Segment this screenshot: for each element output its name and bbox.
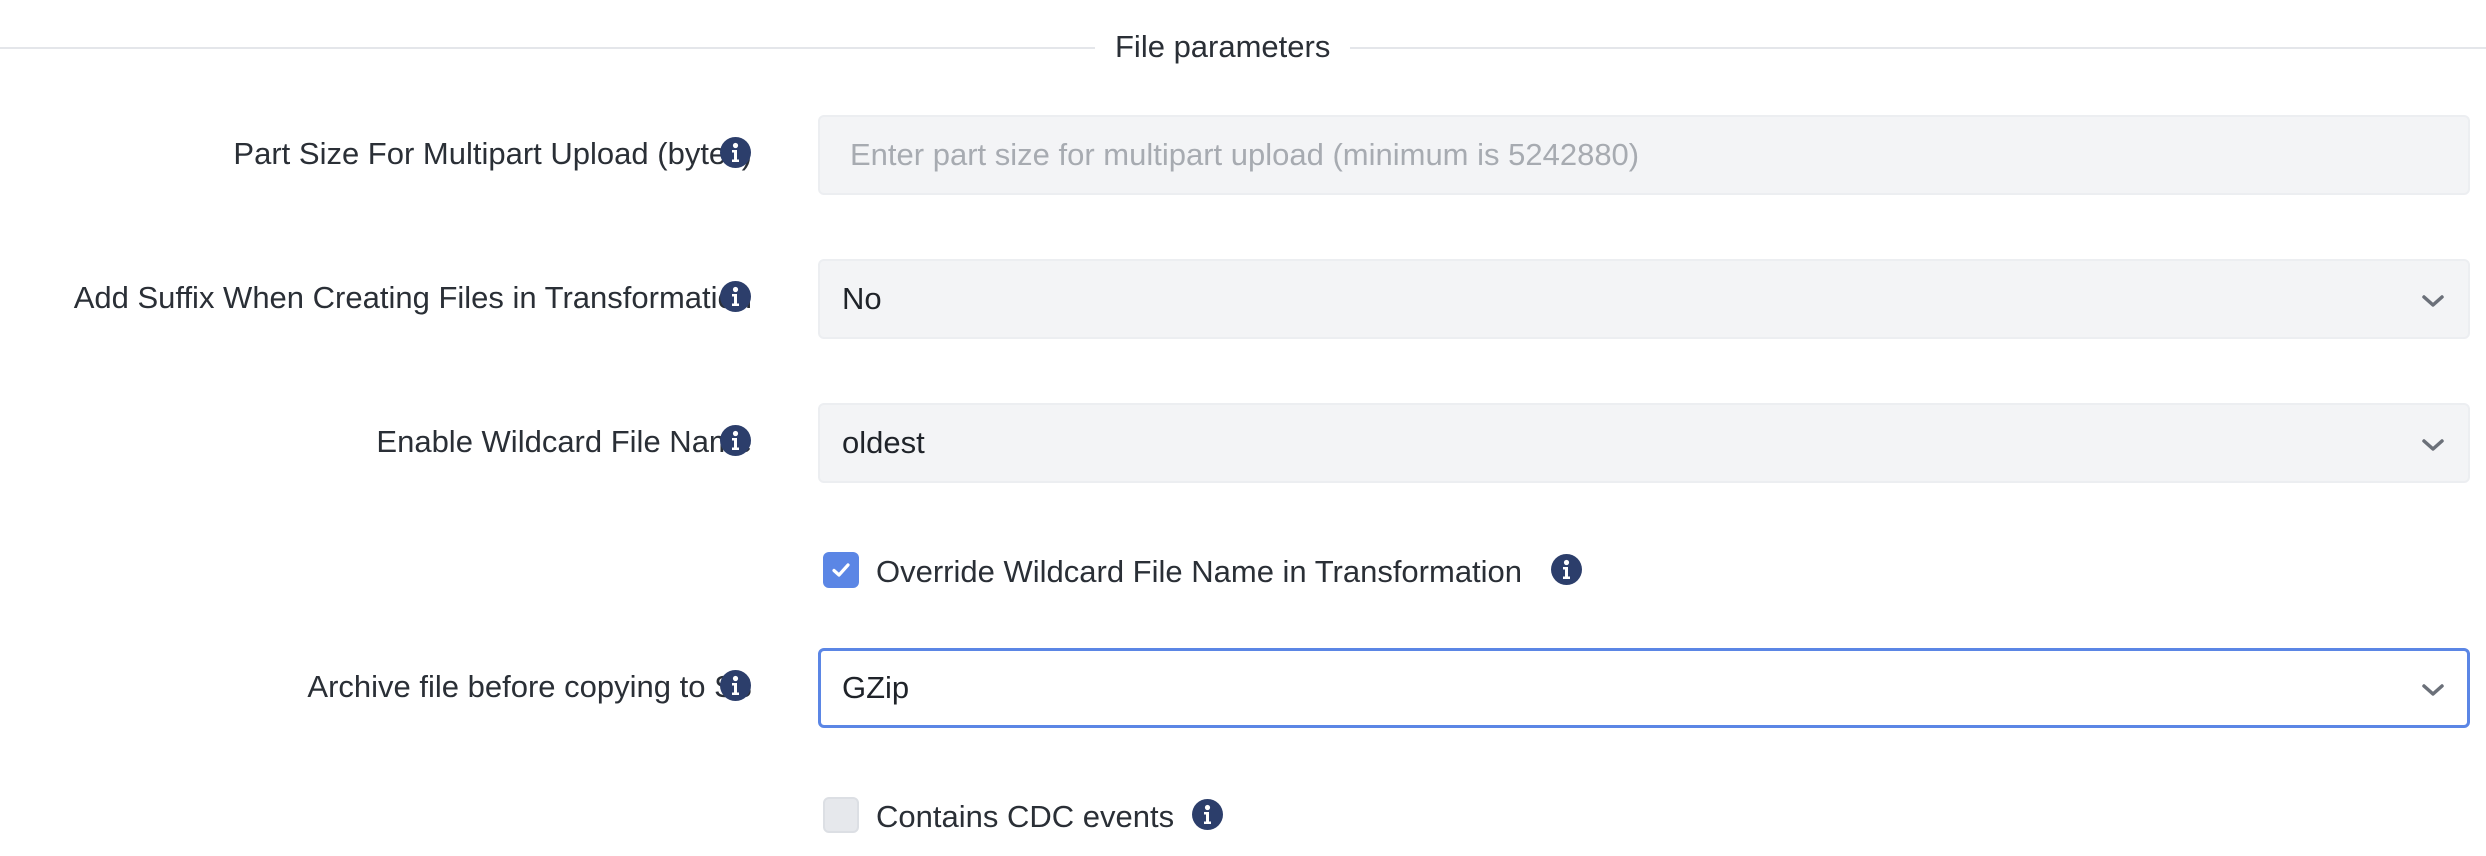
add-suffix-label: Add Suffix When Creating Files in Transf… (73, 280, 752, 315)
add-suffix-value: No (842, 281, 882, 316)
wildcard-value: oldest (842, 425, 925, 460)
add-suffix-select[interactable]: No (818, 259, 2470, 339)
info-icon[interactable] (720, 281, 751, 312)
part-size-input[interactable]: Enter part size for multipart upload (mi… (818, 115, 2470, 195)
section-title: File parameters (1095, 27, 1351, 67)
wildcard-label: Enable Wildcard File Name (376, 424, 752, 459)
chevron-down-icon (2422, 439, 2444, 451)
info-icon[interactable] (1192, 799, 1223, 830)
override-wildcard-label[interactable]: Override Wildcard File Name in Transform… (876, 552, 1522, 592)
info-icon[interactable] (720, 425, 751, 456)
archive-label: Archive file before copying to S3 (307, 669, 752, 704)
chevron-down-icon (2422, 684, 2444, 696)
part-size-placeholder: Enter part size for multipart upload (mi… (850, 137, 1640, 172)
part-size-label: Part Size For Multipart Upload (bytes) (233, 136, 752, 171)
cdc-events-label[interactable]: Contains CDC events (876, 797, 1174, 837)
check-icon (832, 563, 850, 577)
override-wildcard-checkbox[interactable] (823, 552, 859, 588)
info-icon[interactable] (720, 137, 751, 168)
archive-select[interactable]: GZip (818, 648, 2470, 728)
wildcard-select[interactable]: oldest (818, 403, 2470, 483)
chevron-down-icon (2422, 295, 2444, 307)
cdc-events-checkbox[interactable] (823, 797, 859, 833)
info-icon[interactable] (720, 670, 751, 701)
info-icon[interactable] (1551, 554, 1582, 585)
archive-value: GZip (842, 670, 910, 705)
